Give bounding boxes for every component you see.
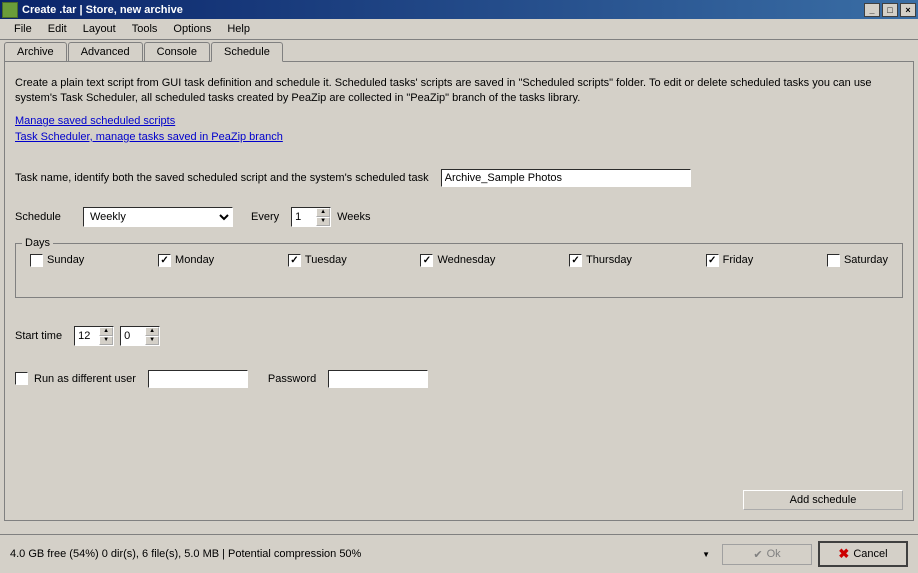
- day-checkbox-sunday[interactable]: [30, 254, 43, 267]
- menu-help[interactable]: Help: [219, 21, 258, 37]
- day-label: Sunday: [47, 254, 84, 266]
- day-label: Saturday: [844, 254, 888, 266]
- every-label: Every: [251, 211, 279, 223]
- tab-schedule[interactable]: Schedule: [211, 42, 283, 62]
- run-as-user-checkbox[interactable]: [15, 372, 28, 385]
- check-icon: ✔: [753, 548, 762, 561]
- ok-button[interactable]: ✔ Ok: [722, 544, 812, 565]
- day-checkbox-tuesday[interactable]: ✓: [288, 254, 301, 267]
- day-item-monday: ✓ Monday: [158, 254, 214, 267]
- day-checkbox-monday[interactable]: ✓: [158, 254, 171, 267]
- day-label: Monday: [175, 254, 214, 266]
- add-schedule-button[interactable]: Add schedule: [743, 490, 903, 510]
- day-item-saturday: Saturday: [827, 254, 888, 267]
- menu-file[interactable]: File: [6, 21, 40, 37]
- tab-advanced[interactable]: Advanced: [68, 42, 143, 62]
- day-label: Friday: [723, 254, 754, 266]
- manage-scripts-link[interactable]: Manage saved scheduled scripts: [15, 115, 175, 127]
- every-spinner[interactable]: ▲ ▼: [291, 207, 331, 227]
- day-label: Wednesday: [437, 254, 495, 266]
- schedule-panel: Create a plain text script from GUI task…: [4, 61, 914, 521]
- day-item-thursday: ✓ Thursday: [569, 254, 632, 267]
- minute-up[interactable]: ▲: [145, 327, 159, 336]
- hour-input[interactable]: [75, 327, 99, 345]
- day-checkbox-wednesday[interactable]: ✓: [420, 254, 433, 267]
- menu-layout[interactable]: Layout: [75, 21, 124, 37]
- day-label: Thursday: [586, 254, 632, 266]
- minimize-button[interactable]: _: [864, 3, 880, 17]
- menu-tools[interactable]: Tools: [124, 21, 166, 37]
- minute-spinner[interactable]: ▲ ▼: [120, 326, 160, 346]
- password-input[interactable]: [328, 370, 428, 388]
- schedule-label: Schedule: [15, 211, 71, 223]
- maximize-button[interactable]: □: [882, 3, 898, 17]
- menubar: File Edit Layout Tools Options Help: [0, 19, 918, 40]
- tab-bar: Archive Advanced Console Schedule: [0, 40, 918, 62]
- password-label: Password: [268, 373, 316, 385]
- day-checkbox-thursday[interactable]: ✓: [569, 254, 582, 267]
- window-title: Create .tar | Store, new archive: [22, 4, 864, 16]
- hour-down[interactable]: ▼: [99, 336, 113, 345]
- day-item-friday: ✓ Friday: [706, 254, 754, 267]
- close-button[interactable]: ×: [900, 3, 916, 17]
- task-name-label: Task name, identify both the saved sched…: [15, 172, 429, 184]
- tab-console[interactable]: Console: [144, 42, 210, 62]
- cancel-button[interactable]: ✖ Cancel: [818, 541, 908, 567]
- statusbar: 4.0 GB free (54%) 0 dir(s), 6 file(s), 5…: [0, 534, 918, 573]
- status-text: 4.0 GB free (54%) 0 dir(s), 6 file(s), 5…: [10, 548, 361, 560]
- task-scheduler-link[interactable]: Task Scheduler, manage tasks saved in Pe…: [15, 131, 283, 143]
- days-legend: Days: [22, 237, 53, 249]
- status-dropdown-icon[interactable]: ▼: [702, 550, 710, 559]
- minute-input[interactable]: [121, 327, 145, 345]
- day-checkbox-friday[interactable]: ✓: [706, 254, 719, 267]
- hour-spinner[interactable]: ▲ ▼: [74, 326, 114, 346]
- every-down[interactable]: ▼: [316, 217, 330, 226]
- hour-up[interactable]: ▲: [99, 327, 113, 336]
- run-as-user-input[interactable]: [148, 370, 248, 388]
- menu-options[interactable]: Options: [165, 21, 219, 37]
- day-label: Tuesday: [305, 254, 347, 266]
- every-up[interactable]: ▲: [316, 208, 330, 217]
- task-name-input[interactable]: [441, 169, 691, 187]
- day-item-tuesday: ✓ Tuesday: [288, 254, 347, 267]
- day-item-wednesday: ✓ Wednesday: [420, 254, 495, 267]
- weeks-label: Weeks: [337, 211, 370, 223]
- schedule-type-select[interactable]: Weekly: [83, 207, 233, 227]
- minute-down[interactable]: ▼: [145, 336, 159, 345]
- days-fieldset: Days Sunday✓Monday✓Tuesday✓Wednesday✓Thu…: [15, 243, 903, 298]
- titlebar: Create .tar | Store, new archive _ □ ×: [0, 0, 918, 19]
- description-text: Create a plain text script from GUI task…: [15, 76, 903, 107]
- app-icon: [2, 2, 18, 18]
- day-checkbox-saturday[interactable]: [827, 254, 840, 267]
- start-time-label: Start time: [15, 330, 62, 342]
- menu-edit[interactable]: Edit: [40, 21, 75, 37]
- tab-archive[interactable]: Archive: [4, 42, 67, 62]
- run-as-user-label: Run as different user: [34, 373, 136, 385]
- every-value[interactable]: [292, 208, 316, 226]
- x-icon: ✖: [838, 546, 849, 562]
- day-item-sunday: Sunday: [30, 254, 84, 267]
